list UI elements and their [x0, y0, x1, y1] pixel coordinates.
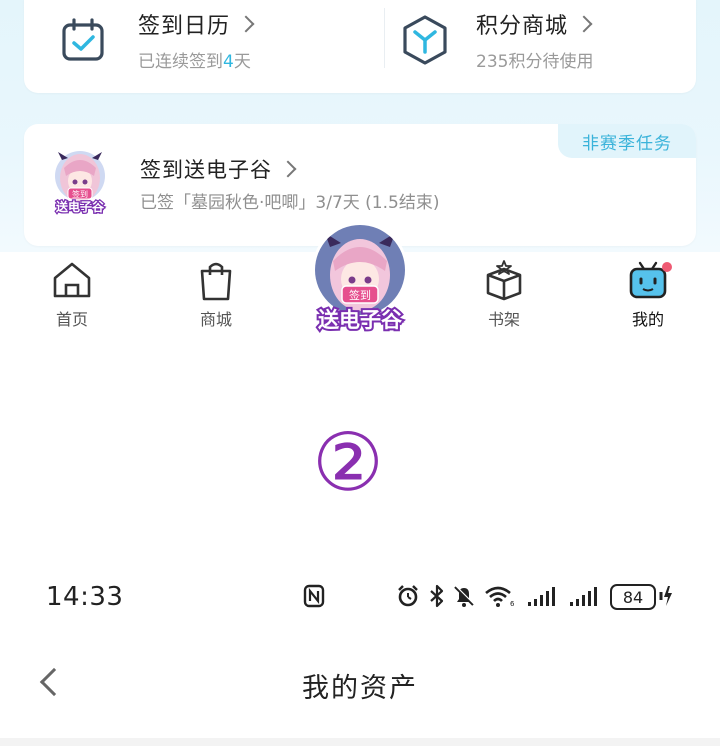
divider	[0, 738, 720, 746]
sign-in-calendar-entry[interactable]: 签到日历 已连续签到4天	[54, 0, 255, 80]
task-progress-text: 已签「墓园秋色·吧唧」3/7天 (1.5结束)	[140, 193, 440, 213]
tab-bookshelf-label: 书架	[487, 310, 520, 329]
points-mall-title: 积分商城	[476, 14, 569, 39]
step-annotation: ②	[312, 416, 384, 509]
tab-mine[interactable]: 我的	[608, 258, 688, 330]
charging-icon	[658, 584, 674, 608]
page-header: 我的资产	[0, 646, 720, 722]
notification-dot	[662, 262, 672, 272]
tab-store[interactable]: 商城	[176, 258, 256, 330]
home-icon	[49, 258, 95, 302]
cube-icon	[396, 11, 454, 69]
calendar-title: 签到日历	[138, 14, 231, 39]
streak-days: 4	[223, 52, 234, 72]
center-tab-tag: 签到	[349, 288, 371, 302]
wifi-icon: 6	[484, 584, 514, 608]
chevron-right-icon	[279, 160, 297, 178]
nfc-icon	[302, 584, 326, 608]
signal-icon	[526, 584, 558, 608]
off-season-task-badge: 非赛季任务	[558, 124, 696, 158]
tab-mine-label: 我的	[631, 310, 664, 329]
alarm-icon	[396, 584, 420, 608]
points-mall-entry[interactable]: 积分商城 235积分待使用	[396, 0, 593, 80]
center-tab-label: 送电子谷	[318, 308, 403, 332]
tab-store-label: 商城	[199, 310, 232, 329]
page-title: 我的资产	[302, 673, 418, 704]
sign-in-reward-tab[interactable]: 签到 送电子谷	[304, 222, 416, 338]
tab-bookshelf[interactable]: 书架	[464, 258, 544, 330]
chevron-right-icon	[237, 15, 255, 33]
shortcut-card: 签到日历 已连续签到4天 积分商城 235积分待使用	[24, 0, 696, 93]
box-star-icon	[481, 258, 527, 302]
svg-text:6: 6	[510, 600, 514, 608]
points-subtitle: 235积分待使用	[476, 52, 594, 72]
divider	[384, 8, 385, 68]
calendar-sub-prefix: 已连续签到	[138, 52, 223, 72]
signal-icon	[568, 584, 600, 608]
mute-bell-icon	[452, 584, 476, 608]
battery-indicator: 84	[610, 584, 656, 610]
status-bar: 14:33 6 84	[0, 574, 720, 618]
task-avatar-tag: 签到	[72, 189, 88, 199]
calendar-subtitle: 已连续签到4天	[138, 47, 252, 72]
calendar-check-icon	[54, 11, 112, 69]
bluetooth-icon	[428, 584, 446, 608]
task-avatar-label: 送电子谷	[55, 199, 105, 214]
task-character-avatar: 签到 送电子谷	[46, 148, 114, 216]
tab-home[interactable]: 首页	[32, 258, 112, 330]
chevron-right-icon	[575, 15, 593, 33]
tab-home-label: 首页	[55, 310, 88, 329]
calendar-sub-suffix: 天	[233, 52, 251, 72]
clock: 14:33	[46, 582, 124, 612]
task-title: 签到送电子谷	[140, 158, 272, 182]
shopping-bag-icon	[193, 258, 239, 302]
